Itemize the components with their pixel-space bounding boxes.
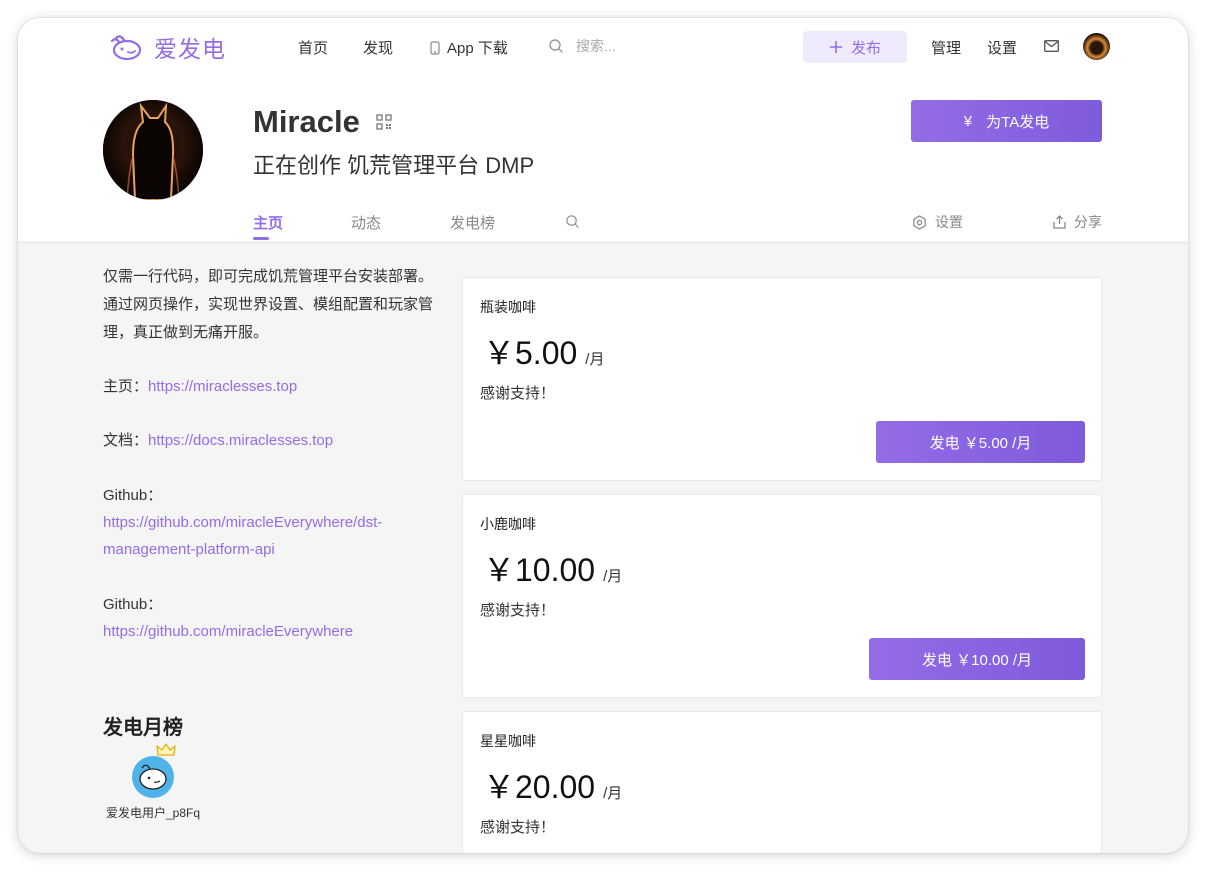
profile-avatar bbox=[103, 100, 203, 200]
share-icon bbox=[1053, 215, 1066, 229]
plan-price-value: ￥5.00 bbox=[483, 335, 578, 371]
plan-card: 瓶装咖啡 ￥5.00 /月 感谢支持！ 发电 ￥5.00 /月 bbox=[462, 277, 1102, 481]
plan-price-period: /月 bbox=[603, 568, 623, 585]
nav-home[interactable]: 首页 bbox=[298, 37, 328, 58]
bio-homepage-label: 主页： bbox=[103, 378, 149, 395]
logo-text: 爱发电 bbox=[154, 36, 226, 62]
ranking-user[interactable]: 爱发电用户_p8Fq bbox=[103, 743, 203, 821]
nav-app-download[interactable]: App 下载 bbox=[430, 37, 508, 58]
logo-icon bbox=[110, 35, 142, 61]
plan-description: 感谢支持！ bbox=[480, 385, 556, 402]
plan-charge-button[interactable]: 发电 ￥10.00 /月 bbox=[869, 638, 1085, 680]
bio-homepage-link[interactable]: https://miraclesses.top bbox=[148, 378, 297, 395]
plan-charge-button[interactable]: 发电 ￥5.00 /月 bbox=[876, 421, 1085, 463]
profile-name-text: Miracle bbox=[253, 104, 360, 139]
search-input[interactable]: 搜索... bbox=[548, 36, 616, 56]
plan-price: ￥10.00 /月 bbox=[483, 545, 622, 591]
plus-icon bbox=[829, 41, 842, 53]
tab-home[interactable]: 主页 bbox=[253, 212, 283, 233]
nav-settings[interactable]: 设置 bbox=[987, 37, 1017, 58]
profile-name: Miracle bbox=[253, 104, 392, 140]
yen-icon: ¥ bbox=[963, 112, 973, 130]
plan-card: 小鹿咖啡 ￥10.00 /月 感谢支持！ 发电 ￥10.00 /月 bbox=[462, 494, 1102, 698]
phone-icon bbox=[430, 40, 440, 55]
mail-icon[interactable] bbox=[1044, 40, 1059, 52]
nav-app-download-label: App 下载 bbox=[447, 40, 508, 57]
crown-icon bbox=[156, 743, 176, 756]
plan-description: 感谢支持！ bbox=[480, 602, 556, 619]
nav-discover[interactable]: 发现 bbox=[363, 37, 393, 58]
plan-price: ￥20.00 /月 bbox=[483, 762, 622, 808]
charge-button-label: 为TA发电 bbox=[986, 113, 1050, 131]
tab-search-icon[interactable] bbox=[565, 214, 580, 229]
bio-github-2-link[interactable]: https://github.com/miracleEverywhere bbox=[103, 618, 433, 645]
plan-price-value: ￥20.00 bbox=[483, 769, 596, 805]
gear-icon bbox=[913, 214, 926, 230]
tab-ranking[interactable]: 发电榜 bbox=[450, 212, 495, 233]
plan-price: ￥5.00 /月 bbox=[483, 328, 604, 374]
bio-github-1-link-line2[interactable]: management-platform-api bbox=[103, 536, 433, 563]
plan-name: 星星咖啡 bbox=[480, 733, 536, 749]
bio-intro: 仅需一行代码，即可完成饥荒管理平台安装部署。通过网页操作，实现世界设置、模组配置… bbox=[103, 268, 434, 341]
bio-homepage: 主页：https://miraclesses.top bbox=[103, 373, 433, 400]
publish-label: 发布 bbox=[850, 39, 881, 57]
bio-github-1-link-line1[interactable]: https://github.com/miracleEverywhere/dst… bbox=[103, 509, 433, 536]
plan-price-period: /月 bbox=[603, 785, 623, 802]
ranking-title: 发电月榜 bbox=[103, 717, 183, 739]
bio-github-2-label: Github： bbox=[103, 596, 163, 613]
profile-settings-button[interactable]: 设置 bbox=[912, 212, 963, 232]
share-button[interactable]: 分享 bbox=[1053, 212, 1102, 232]
nav-manage[interactable]: 管理 bbox=[931, 37, 961, 58]
tab-activity[interactable]: 动态 bbox=[351, 212, 381, 233]
bio-docs-link[interactable]: https://docs.miraclesses.top bbox=[148, 432, 333, 449]
bio-docs: 文档：https://docs.miraclesses.top bbox=[103, 427, 433, 454]
bio-github-2: Github： https://github.com/miracleEveryw… bbox=[103, 591, 433, 645]
app-window: 爱发电 首页 发现 App 下载 搜索... 发布 管理 设置 Miracle … bbox=[18, 18, 1188, 853]
plan-card: 星星咖啡 ￥20.00 /月 感谢支持！ bbox=[462, 711, 1102, 853]
search-placeholder: 搜索... bbox=[576, 38, 616, 54]
search-icon bbox=[549, 39, 563, 53]
tab-active-indicator bbox=[253, 237, 269, 240]
profile-subtitle: 正在创作 饥荒管理平台 DMP bbox=[253, 153, 535, 178]
ranking-user-avatar bbox=[132, 743, 176, 798]
plan-name: 瓶装咖啡 bbox=[480, 299, 536, 315]
share-label: 分享 bbox=[1074, 214, 1102, 230]
bio-github-1: Github： https://github.com/miracleEveryw… bbox=[103, 482, 433, 563]
plan-price-value: ￥10.00 bbox=[483, 552, 596, 588]
publish-button[interactable]: 发布 bbox=[803, 31, 907, 63]
bio-docs-label: 文档： bbox=[103, 432, 149, 449]
bio-github-1-label: Github： bbox=[103, 487, 163, 504]
user-avatar[interactable] bbox=[1083, 33, 1110, 60]
plan-name: 小鹿咖啡 bbox=[480, 516, 536, 532]
top-nav: 爱发电 首页 发现 App 下载 搜索... 发布 管理 设置 bbox=[18, 18, 1188, 76]
ranking-user-name: 爱发电用户_p8Fq bbox=[105, 806, 201, 820]
qrcode-icon[interactable] bbox=[376, 114, 392, 130]
profile-header: 爱发电 首页 发现 App 下载 搜索... 发布 管理 设置 Miracle … bbox=[18, 18, 1188, 241]
charge-button[interactable]: ¥ 为TA发电 bbox=[911, 100, 1102, 142]
logo[interactable]: 爱发电 bbox=[108, 30, 226, 64]
profile-settings-label: 设置 bbox=[935, 214, 963, 230]
plan-price-period: /月 bbox=[585, 351, 605, 368]
plan-description: 感谢支持！ bbox=[480, 819, 556, 836]
